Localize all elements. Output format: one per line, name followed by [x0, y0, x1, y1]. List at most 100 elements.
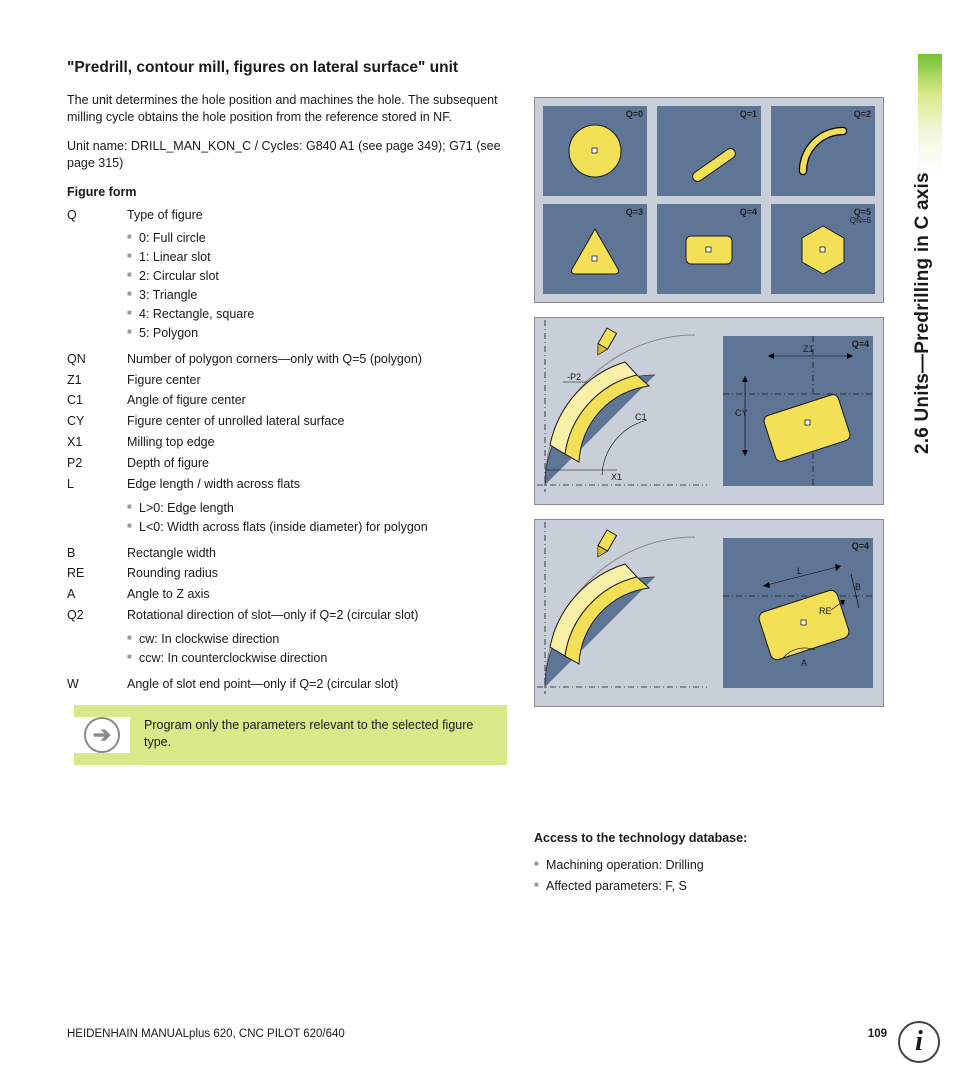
cell-label: Q=0: [626, 108, 643, 120]
fig2-right-rect: Q=4 Z1 CY: [723, 336, 873, 486]
shape-cell-q5: Q=5 QN=6: [771, 204, 875, 294]
param-sublist: 0: Full circle1: Linear slot2: Circular …: [127, 229, 503, 342]
svg-text:X1: X1: [611, 472, 622, 482]
tech-database-section: Access to the technology database: Machi…: [534, 830, 874, 897]
figure-column: Q=0 Q=1 Q=2 Q=3 Q=4: [534, 97, 884, 721]
param-desc: Edge length / width across flats: [127, 474, 507, 495]
figure-shapes-grid: Q=0 Q=1 Q=2 Q=3 Q=4: [534, 97, 884, 303]
cell-label: Q=3: [626, 206, 643, 218]
info-icon: i: [898, 1021, 940, 1063]
cell-label: Q=1: [740, 108, 757, 120]
param-sublist: L>0: Edge lengthL<0: Width across flats …: [127, 499, 503, 537]
shape-cell-q1: Q=1: [657, 106, 761, 196]
tech-heading: Access to the technology database:: [534, 830, 874, 847]
page-title: "Predrill, contour mill, figures on late…: [67, 58, 507, 78]
svg-text:RE: RE: [819, 606, 832, 616]
param-subitem: 0: Full circle: [127, 229, 503, 248]
fig3-left-arc: [543, 528, 713, 698]
arrow-right-icon: ➔: [84, 717, 120, 753]
param-code: C1: [67, 390, 127, 411]
shape-cell-q2: Q=2: [771, 106, 875, 196]
param-row: Z1Figure center: [67, 370, 507, 391]
page-footer: HEIDENHAIN MANUALplus 620, CNC PILOT 620…: [67, 1027, 887, 1043]
section-title-vertical: 2.6 Units—Predrilling in C axis: [910, 54, 942, 454]
param-desc: Angle to Z axis: [127, 584, 507, 605]
param-code: B: [67, 543, 127, 564]
figure-dimensions-2: Q=4 L B RE: [534, 519, 884, 707]
param-subitem: 2: Circular slot: [127, 267, 503, 286]
param-sublist: cw: In clockwise directionccw: In counte…: [127, 630, 503, 668]
figure-dimensions-1: -P2 C1 X1 Q=4: [534, 317, 884, 505]
svg-text:B: B: [855, 582, 861, 592]
param-code: X1: [67, 432, 127, 453]
param-code: Z1: [67, 370, 127, 391]
note-box: ➔ Program only the parameters relevant t…: [74, 705, 507, 765]
param-row: AAngle to Z axis: [67, 584, 507, 605]
param-subitem: cw: In clockwise direction: [127, 630, 503, 649]
tech-item: Machining operation: Drilling: [534, 855, 874, 876]
param-code: P2: [67, 453, 127, 474]
param-desc: Rotational direction of slot—only if Q=2…: [127, 605, 507, 626]
page-number: 109: [868, 1027, 887, 1043]
figure-form-heading: Figure form: [67, 184, 507, 201]
param-row: X1Milling top edge: [67, 432, 507, 453]
cell-label: Q=4: [740, 206, 757, 218]
shape-cell-q0: Q=0: [543, 106, 647, 196]
param-subitem: 1: Linear slot: [127, 248, 503, 267]
param-desc: Number of polygon corners—only with Q=5 …: [127, 349, 507, 370]
note-text: Program only the parameters relevant to …: [130, 717, 497, 751]
param-desc: Figure center: [127, 370, 507, 391]
param-desc: Figure center of unrolled lateral surfac…: [127, 411, 507, 432]
tech-list: Machining operation: DrillingAffected pa…: [534, 855, 874, 897]
param-subitem: L<0: Width across flats (inside diameter…: [127, 518, 503, 537]
param-code: A: [67, 584, 127, 605]
param-desc: Milling top edge: [127, 432, 507, 453]
main-content: "Predrill, contour mill, figures on late…: [67, 58, 507, 765]
param-subitem: 3: Triangle: [127, 286, 503, 305]
param-code: RE: [67, 563, 127, 584]
param-code: QN: [67, 349, 127, 370]
param-desc: Angle of slot end point—only if Q=2 (cir…: [127, 674, 507, 695]
param-code: L: [67, 474, 127, 495]
cell-label-extra: QN=6: [850, 216, 871, 227]
param-row: P2Depth of figure: [67, 453, 507, 474]
parameter-table: QType of figure 0: Full circle1: Linear s…: [67, 205, 507, 695]
page: 2.6 Units—Predrilling in C axis "Predril…: [0, 0, 954, 1091]
param-desc: Rounding radius: [127, 563, 507, 584]
side-tab: 2.6 Units—Predrilling in C axis: [908, 54, 942, 454]
footer-manual-name: HEIDENHAIN MANUALplus 620, CNC PILOT 620…: [67, 1027, 345, 1043]
svg-text:CY: CY: [735, 408, 748, 418]
svg-text:L: L: [797, 566, 802, 576]
unit-name-text: Unit name: DRILL_MAN_KON_C / Cycles: G84…: [67, 138, 507, 172]
intro-text: The unit determines the hole position an…: [67, 92, 507, 126]
param-code: CY: [67, 411, 127, 432]
param-row: QType of figure: [67, 205, 507, 226]
svg-text:A: A: [801, 658, 807, 668]
param-subitem: 5: Polygon: [127, 324, 503, 343]
param-subitem: L>0: Edge length: [127, 499, 503, 518]
svg-text:-P2: -P2: [567, 372, 581, 382]
param-code: Q2: [67, 605, 127, 626]
param-row: QNNumber of polygon corners—only with Q=…: [67, 349, 507, 370]
param-desc: Depth of figure: [127, 453, 507, 474]
param-desc: Type of figure: [127, 205, 507, 226]
param-row: WAngle of slot end point—only if Q=2 (ci…: [67, 674, 507, 695]
param-row: Q2Rotational direction of slot—only if Q…: [67, 605, 507, 626]
svg-text:Z1: Z1: [803, 344, 814, 354]
param-row: RERounding radius: [67, 563, 507, 584]
param-subitem: 4: Rectangle, square: [127, 305, 503, 324]
cell-label: Q=2: [854, 108, 871, 120]
param-row: BRectangle width: [67, 543, 507, 564]
param-code: Q: [67, 205, 127, 226]
note-icon-wrap: ➔: [74, 717, 130, 753]
param-row: LEdge length / width across flats: [67, 474, 507, 495]
shape-cell-q4: Q=4: [657, 204, 761, 294]
fig2-left-arc: -P2 C1 X1: [543, 326, 713, 496]
param-row: C1Angle of figure center: [67, 390, 507, 411]
param-subitem: ccw: In counterclockwise direction: [127, 649, 503, 668]
param-desc: Angle of figure center: [127, 390, 507, 411]
param-code: W: [67, 674, 127, 695]
param-desc: Rectangle width: [127, 543, 507, 564]
fig3-right-rect: Q=4 L B RE: [723, 538, 873, 688]
param-row: CYFigure center of unrolled lateral surf…: [67, 411, 507, 432]
